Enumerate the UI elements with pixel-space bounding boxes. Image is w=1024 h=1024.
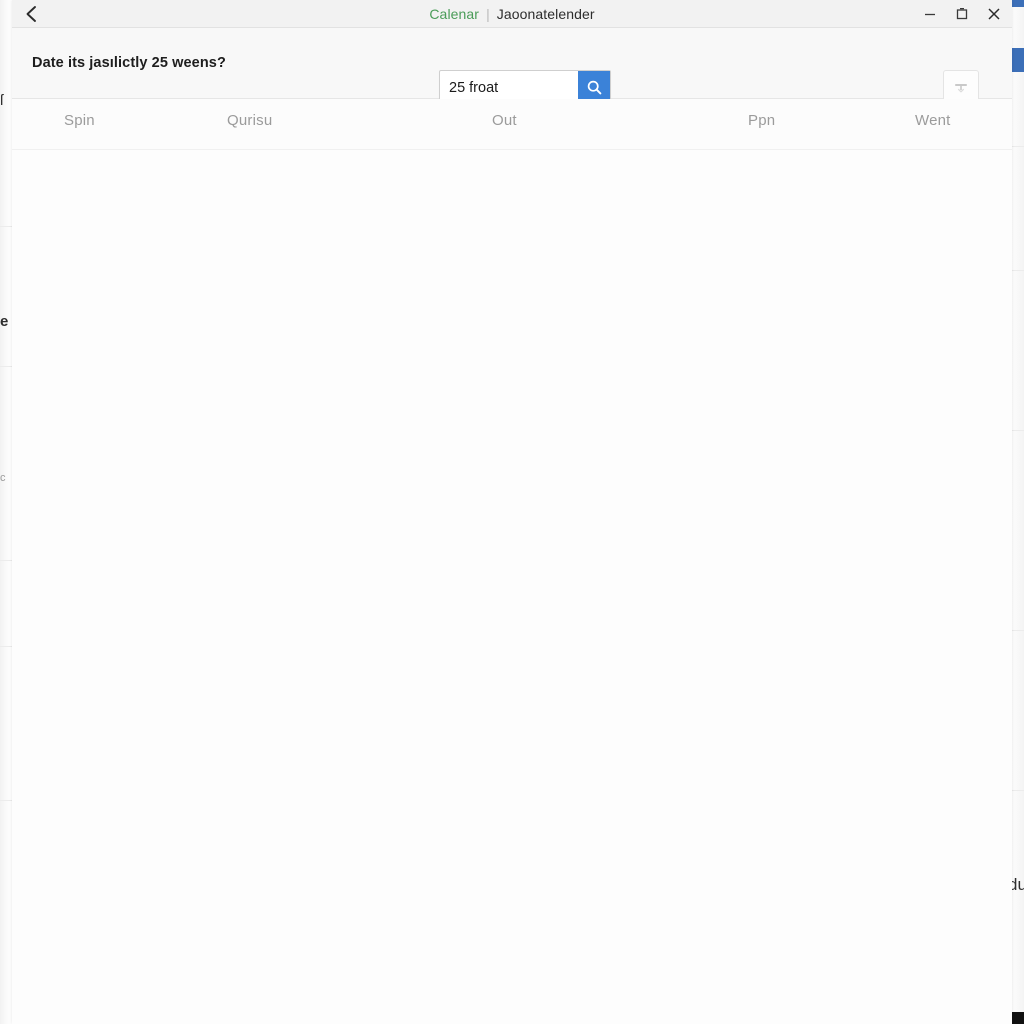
background-text-fragment: e: [0, 313, 8, 330]
window-controls: [922, 0, 1002, 27]
background-divider: [0, 646, 12, 647]
column-header-ppn[interactable]: Ppn: [748, 112, 775, 129]
column-header-out[interactable]: Out: [492, 112, 517, 129]
background-divider: [0, 560, 12, 561]
close-button[interactable]: [986, 6, 1002, 22]
column-header-row: Spin Qurisu Out Ppn Went: [12, 99, 1012, 150]
title-separator: |: [486, 5, 490, 22]
prompt-label: Date its jasılictly 25 weens?: [32, 55, 226, 71]
window-title: Calenar | Jaoonatelender: [12, 0, 1012, 27]
minimize-button[interactable]: [922, 6, 938, 22]
title-app-name: Calenar: [429, 5, 480, 22]
back-button[interactable]: [12, 0, 50, 27]
search-icon: [586, 79, 603, 96]
chevron-left-icon: [24, 4, 39, 24]
title-document-name: Jaoonatelender: [496, 5, 595, 22]
minimize-icon: [923, 7, 937, 21]
list-body[interactable]: [12, 150, 1012, 1024]
close-icon: [986, 6, 1002, 22]
background-divider: [0, 800, 12, 801]
column-header-spin[interactable]: Spin: [64, 112, 95, 129]
title-bar: Calenar | Jaoonatelender: [12, 0, 1012, 28]
background-divider: [0, 226, 12, 227]
main-window: Calenar | Jaoonatelender Date its jasıli…: [12, 0, 1012, 1024]
column-header-went[interactable]: Went: [915, 112, 951, 129]
background-accent-top: [1012, 0, 1024, 7]
background-text-fragment: ſ: [0, 92, 4, 109]
maximize-button[interactable]: [954, 6, 970, 22]
background-text-fragment: c: [0, 472, 6, 484]
empty-state: [12, 150, 1012, 1024]
background-divider: [0, 366, 12, 367]
maximize-icon: [955, 7, 969, 21]
toolbar: Date its jasılictly 25 weens?: [12, 28, 1012, 105]
column-header-qurisu[interactable]: Qurisu: [227, 112, 272, 129]
screen: ſ e c du Calenar | Jaoonatelender Date i…: [0, 0, 1024, 1024]
filter-icon: [953, 80, 969, 96]
